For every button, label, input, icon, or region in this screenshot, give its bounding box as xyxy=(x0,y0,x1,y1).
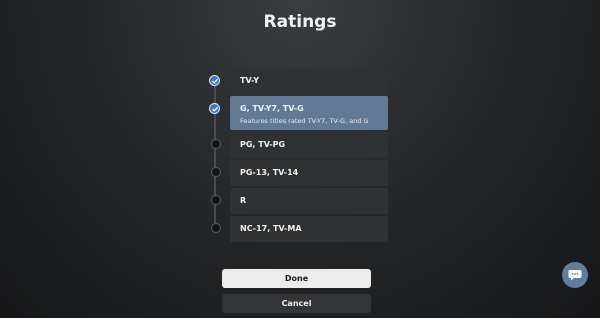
rating-option-pg-tv-pg[interactable]: PG, TV-PG xyxy=(230,132,388,158)
chat-bubble-icon xyxy=(568,270,582,281)
unchecked-dot-icon xyxy=(211,139,221,149)
rating-label: PG, TV-PG xyxy=(240,140,286,149)
cancel-button[interactable]: Cancel xyxy=(222,294,371,313)
unchecked-dot-icon xyxy=(211,195,221,205)
rating-option-pg-13-tv-14[interactable]: PG-13, TV-14 xyxy=(230,160,388,186)
rating-label: TV-Y xyxy=(240,76,260,85)
unchecked-dot-icon xyxy=(211,167,221,177)
check-icon xyxy=(209,103,220,114)
rating-option-r[interactable]: R xyxy=(230,188,388,214)
chat-button[interactable] xyxy=(562,262,588,288)
rating-label: PG-13, TV-14 xyxy=(240,168,299,177)
check-icon xyxy=(209,75,220,86)
rating-label: G, TV-Y7, TV-G xyxy=(240,104,304,113)
page-title: Ratings xyxy=(263,12,337,32)
rating-description: Features titles rated TV-Y7, TV-G, and G xyxy=(240,117,369,125)
rating-option-tv-y[interactable]: TV-Y xyxy=(230,68,388,94)
rating-option-nc-17-tv-ma[interactable]: NC-17, TV-MA xyxy=(230,216,388,242)
done-button[interactable]: Done xyxy=(222,269,371,288)
rating-option-g-tv-y7-tv-g[interactable]: G, TV-Y7, TV-G Features titles rated TV-… xyxy=(230,96,388,130)
rating-label: R xyxy=(240,196,247,205)
rating-label: NC-17, TV-MA xyxy=(240,224,302,233)
unchecked-dot-icon xyxy=(211,223,221,233)
